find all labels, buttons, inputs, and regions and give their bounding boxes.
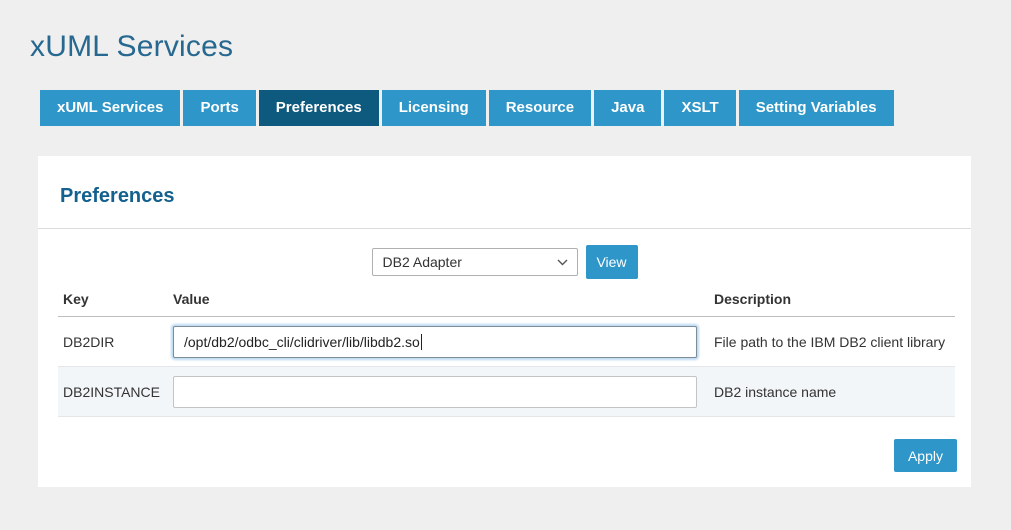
tab-preferences[interactable]: Preferences	[259, 90, 379, 126]
tab-java[interactable]: Java	[594, 90, 661, 126]
preferences-table: Key Value Description DB2DIR /opt/db2/od…	[58, 279, 955, 417]
tab-xslt[interactable]: XSLT	[664, 90, 735, 126]
adapter-select-value: DB2 Adapter	[383, 254, 462, 270]
db2instance-value-input[interactable]	[173, 376, 697, 408]
column-header-value: Value	[173, 291, 714, 307]
tab-bar: xUML Services Ports Preferences Licensin…	[40, 90, 894, 126]
row-key-label: DB2DIR	[58, 334, 173, 350]
table-row-db2instance: DB2INSTANCE DB2 instance name	[58, 367, 955, 417]
table-header-row: Key Value Description	[58, 279, 955, 317]
tab-resource[interactable]: Resource	[489, 90, 591, 126]
text-caret	[421, 334, 422, 350]
chevron-down-icon	[557, 259, 568, 266]
adapter-toolbar: DB2 Adapter View	[38, 245, 971, 279]
db2dir-value-text: /opt/db2/odbc_cli/clidriver/lib/libdb2.s…	[184, 334, 420, 350]
tab-ports[interactable]: Ports	[183, 90, 255, 126]
view-button[interactable]: View	[586, 245, 638, 279]
apply-button[interactable]: Apply	[894, 439, 957, 472]
column-header-description: Description	[714, 291, 955, 307]
apply-row: Apply	[38, 439, 957, 472]
adapter-select[interactable]: DB2 Adapter	[372, 248, 578, 276]
row-description: DB2 instance name	[714, 384, 955, 400]
db2dir-value-input[interactable]: /opt/db2/odbc_cli/clidriver/lib/libdb2.s…	[173, 326, 697, 358]
column-header-key: Key	[58, 291, 173, 307]
tab-licensing[interactable]: Licensing	[382, 90, 486, 126]
panel-divider	[38, 228, 971, 229]
panel-heading: Preferences	[60, 184, 949, 208]
row-key-label: DB2INSTANCE	[58, 384, 173, 400]
page-title: xUML Services	[30, 30, 233, 64]
table-row-db2dir: DB2DIR /opt/db2/odbc_cli/clidriver/lib/l…	[58, 317, 955, 367]
tab-xuml-services[interactable]: xUML Services	[40, 90, 180, 126]
tab-setting-variables[interactable]: Setting Variables	[739, 90, 894, 126]
preferences-panel: Preferences DB2 Adapter View Key Value D…	[38, 156, 971, 487]
row-description: File path to the IBM DB2 client library	[714, 334, 955, 350]
